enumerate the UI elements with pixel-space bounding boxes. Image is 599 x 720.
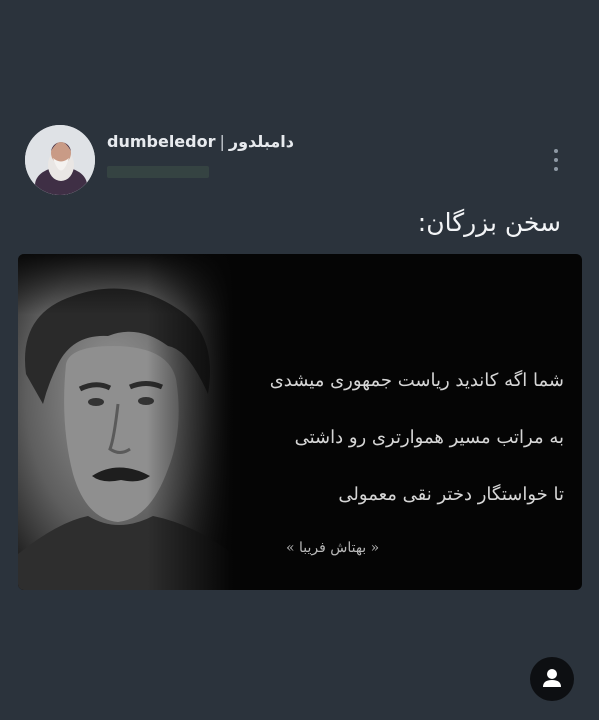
quote-author: « بهتاش فریبا »: [286, 540, 380, 556]
quote-line: شما اگه کاندید ریاست جمهوری میشدی: [269, 370, 564, 391]
author-name[interactable]: dumbeledor | دامبلدور: [107, 132, 294, 151]
post-caption: سخن بزرگان:: [417, 208, 561, 237]
man-portrait: [18, 254, 233, 590]
post-image[interactable]: شما اگه کاندید ریاست جمهوری میشدی به مرا…: [18, 254, 582, 590]
post-header: dumbeledor | دامبلدور: [25, 125, 575, 195]
author-avatar[interactable]: [25, 125, 95, 195]
profile-button[interactable]: [530, 657, 574, 701]
avatar-image: [25, 125, 95, 195]
more-vertical-icon[interactable]: [551, 149, 561, 171]
author-subline: [107, 166, 209, 178]
person-icon: [543, 669, 561, 687]
quote-line: تا خواستگار دختر نقی معمولی: [338, 484, 564, 505]
quote-line: به مراتب مسیر هموارتری رو داشتی: [294, 427, 564, 448]
post-screen: dumbeledor | دامبلدور سخن بزرگان: شما اگ…: [0, 0, 599, 720]
quote-text: شما اگه کاندید ریاست جمهوری میشدی به مرا…: [270, 352, 564, 523]
author-name-separator: |: [219, 132, 225, 151]
author-display-name[interactable]: دامبلدور: [229, 132, 294, 151]
author-username[interactable]: dumbeledor: [107, 132, 216, 151]
